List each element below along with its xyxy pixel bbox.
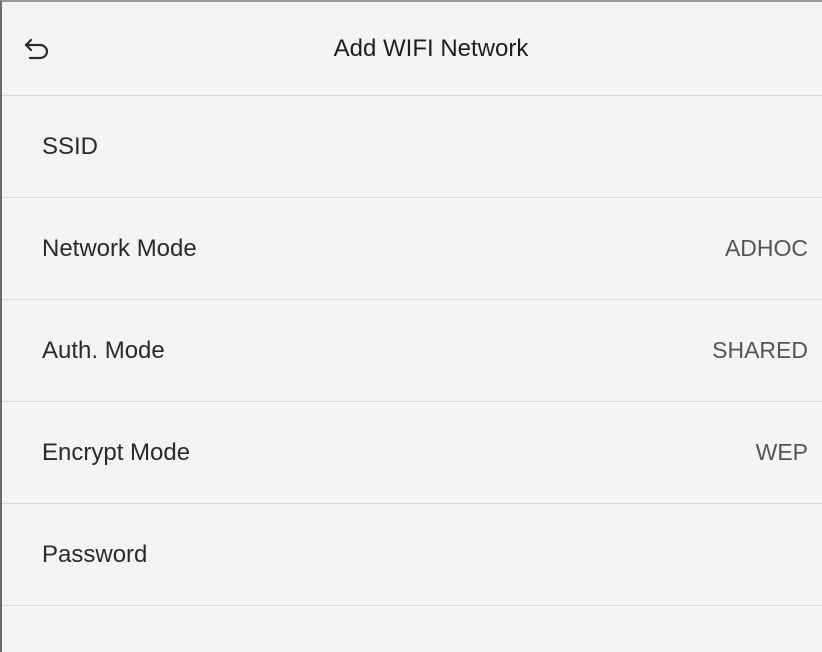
ssid-row[interactable]: SSID (2, 96, 822, 198)
auth-mode-label: Auth. Mode (42, 336, 165, 364)
page-title: Add WIFI Network (333, 34, 529, 62)
auth-mode-row[interactable]: Auth. Mode SHARED (2, 300, 822, 402)
header-bar: Add WIFI Network (2, 2, 822, 96)
auth-mode-value: SHARED (712, 337, 808, 363)
network-mode-label: Network Mode (42, 234, 197, 262)
back-button[interactable] (24, 2, 72, 95)
back-arrow-icon (24, 38, 50, 60)
add-wifi-network-screen: Add WIFI Network SSID Network Mode ADHOC… (0, 0, 822, 652)
password-row[interactable]: Password (2, 504, 822, 606)
network-mode-value: ADHOC (724, 235, 808, 261)
encrypt-mode-label: Encrypt Mode (42, 438, 191, 466)
ssid-label: SSID (42, 132, 99, 160)
password-label: Password (42, 540, 148, 568)
encrypt-mode-value: WEP (755, 439, 808, 465)
network-mode-row[interactable]: Network Mode ADHOC (2, 198, 822, 300)
encrypt-mode-row[interactable]: Encrypt Mode WEP (2, 402, 822, 504)
